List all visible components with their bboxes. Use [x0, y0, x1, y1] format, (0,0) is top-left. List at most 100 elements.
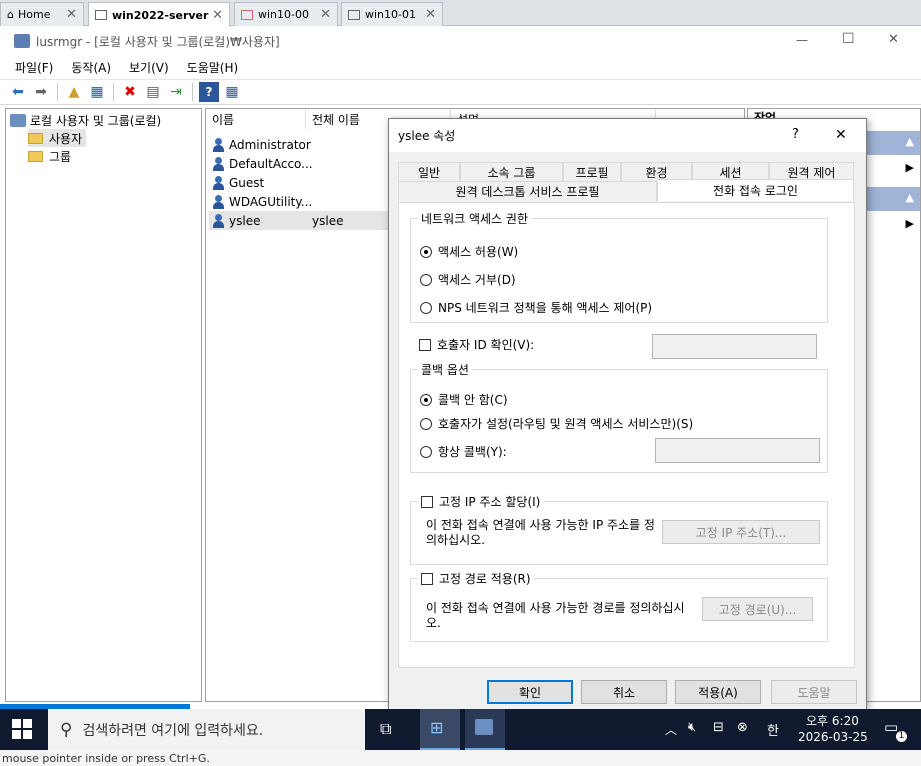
taskbar-search-box[interactable]: ⚲ 검색하려면 여기에 입력하세요.	[48, 709, 365, 750]
network-icon[interactable]: ⊟	[713, 720, 724, 735]
static-routes-checkbox[interactable]: 고정 경로 적용(R)	[418, 570, 534, 587]
radio-allow-access[interactable]: 액세스 허용(W)	[420, 243, 518, 260]
ime-indicator[interactable]: 한	[767, 720, 779, 739]
up-folder-icon[interactable]: ▲	[64, 82, 84, 102]
error-icon[interactable]: ⊗	[737, 720, 748, 735]
radio-label: 항상 콜백(Y):	[438, 445, 507, 459]
action-pane-icon[interactable]: ▦	[222, 82, 242, 102]
help-icon[interactable]: ?	[199, 82, 219, 102]
tab-label: 프로필	[575, 166, 609, 180]
close-icon[interactable]: ✕	[425, 7, 436, 22]
radio-label: 액세스 허용(W)	[438, 245, 519, 259]
cancel-button[interactable]: 취소	[581, 680, 667, 704]
clock-time[interactable]: 오후 6:20	[806, 712, 859, 729]
radio-dot	[420, 245, 432, 258]
callback-options-group: 콜백 옵션 콜백 안 함(C) 호출자가 설정(라우팅 및 원격 액세스 서비스…	[410, 361, 828, 473]
collapse-icon[interactable]: ▲	[906, 135, 914, 148]
close-button[interactable]: ✕	[888, 32, 899, 47]
host-tab-home[interactable]: ⌂ Home ✕	[0, 2, 84, 26]
volume-muted-icon[interactable]: 🔇︎	[688, 720, 696, 735]
radio-always-callback[interactable]: 항상 콜백(Y):	[420, 443, 507, 460]
toolbar-separator	[192, 83, 193, 101]
folder-icon	[28, 150, 43, 162]
radio-dot	[420, 301, 432, 314]
caller-id-field[interactable]	[652, 334, 817, 359]
static-ip-description: 이 전화 접속 연결에 사용 가능한 IP 주소를 정의하십시오.	[426, 518, 655, 547]
callback-number-field[interactable]	[655, 438, 820, 463]
dialog-help-button[interactable]: ?	[792, 127, 799, 142]
table-row[interactable]: WDAGUtility...	[211, 192, 312, 211]
radio-label: 호출자가 설정(라우팅 및 원격 액세스 서비스만)(S)	[438, 417, 694, 431]
tab-general[interactable]: 일반	[398, 162, 460, 182]
tab-profile[interactable]: 프로필	[563, 162, 621, 182]
tab-rds-profile[interactable]: 원격 데스크톱 서비스 프로필	[398, 181, 657, 201]
back-icon[interactable]: ⬅	[8, 82, 28, 102]
user-name: DefaultAcco...	[229, 156, 313, 171]
tree-item-users[interactable]: 사용자	[28, 129, 87, 147]
ok-button[interactable]: 확인	[487, 680, 573, 704]
taskbar-app-lusrmgr[interactable]	[465, 709, 505, 750]
radio-deny-access[interactable]: 액세스 거부(D)	[420, 271, 516, 288]
radio-no-callback[interactable]: 콜백 안 함(C)	[420, 391, 508, 408]
forward-icon[interactable]: ➡	[31, 82, 51, 102]
checkbox-label: 고정 경로 적용(R)	[439, 572, 531, 586]
chevron-right-icon: ▶	[905, 161, 914, 174]
tree-root[interactable]: 로컬 사용자 및 그룹(로컬)	[10, 111, 161, 129]
maximize-button[interactable]: ☐	[842, 31, 855, 47]
help-button[interactable]: 도움말	[771, 680, 857, 704]
user-icon	[211, 175, 227, 190]
menu-file[interactable]: 파일(F)	[6, 59, 62, 76]
radio-nps-control[interactable]: NPS 네트워크 정책을 통해 액세스 제어(P)	[420, 299, 652, 316]
verify-caller-id-checkbox[interactable]: 호출자 ID 확인(V):	[419, 336, 534, 353]
home-icon: ⌂	[7, 8, 14, 21]
network-access-label: 네트워크 액세스 권한	[418, 210, 531, 227]
dialog-close-button[interactable]: ✕	[835, 127, 847, 143]
collapse-icon[interactable]: ▲	[906, 191, 914, 204]
taskbar-app-network[interactable]: ⊞	[420, 709, 460, 750]
tab-dial-in[interactable]: 전화 접속 로그인	[657, 179, 854, 201]
user-name: yslee	[229, 213, 261, 228]
network-app-icon: ⊞	[430, 718, 444, 737]
tab-member-of[interactable]: 소속 그룹	[460, 162, 563, 182]
properties-icon[interactable]: ▤	[143, 82, 163, 102]
menu-view[interactable]: 보기(V)	[120, 59, 178, 76]
static-ip-checkbox[interactable]: 고정 IP 주소 할당(I)	[418, 493, 544, 510]
static-ip-button[interactable]: 고정 IP 주소(T)...	[662, 520, 820, 544]
dialog-title: yslee 속성	[398, 129, 456, 143]
tree-item-groups[interactable]: 그룹	[28, 147, 71, 165]
menu-help[interactable]: 도움말(H)	[178, 59, 248, 76]
task-view-icon[interactable]: ⧉	[380, 719, 391, 739]
static-routes-button[interactable]: 고정 경로(U)...	[702, 597, 813, 621]
table-row[interactable]: DefaultAcco...	[211, 154, 313, 173]
table-row[interactable]: Administrator	[211, 135, 311, 154]
radio-set-by-caller[interactable]: 호출자가 설정(라우팅 및 원격 액세스 서비스만)(S)	[420, 415, 693, 432]
user-icon	[211, 194, 227, 209]
title-bar: lusrmgr - [로컬 사용자 및 그룹(로컬)₩사용자] — ☐ ✕	[0, 26, 921, 56]
clock-date[interactable]: 2026-03-25	[798, 730, 868, 744]
dial-in-tab-panel: 네트워크 액세스 권한 액세스 허용(W) 액세스 거부(D) NPS 네트워크…	[398, 202, 855, 668]
close-icon[interactable]: ✕	[320, 7, 331, 22]
menu-action[interactable]: 동작(A)	[62, 59, 120, 76]
host-tab-win2022[interactable]: win2022-server ✕	[88, 2, 230, 27]
tab-label: 소속 그룹	[487, 166, 536, 180]
show-hide-tree-icon[interactable]: ▦	[87, 82, 107, 102]
minimize-button[interactable]: —	[796, 33, 808, 47]
close-icon[interactable]: ✕	[212, 8, 223, 23]
user-full-name: yslee	[312, 213, 344, 228]
windows-start-icon[interactable]	[12, 719, 32, 739]
close-icon[interactable]: ✕	[66, 7, 77, 22]
tray-overflow-icon[interactable]: ︿	[665, 721, 677, 738]
vm-console-hint: mouse pointer inside or press Ctrl+G.	[0, 750, 921, 766]
delete-icon[interactable]: ✖	[120, 82, 140, 102]
radio-dot	[420, 393, 432, 406]
apply-button[interactable]: 적용(A)	[675, 680, 761, 704]
vm-icon	[241, 9, 253, 20]
table-row-selected[interactable]: yslee yslee	[209, 211, 389, 230]
table-row[interactable]: Guest	[211, 173, 264, 192]
export-list-icon[interactable]: ⇥	[166, 82, 186, 102]
app-icon	[14, 34, 30, 48]
column-header-name[interactable]: 이름	[206, 109, 306, 129]
notification-badge: 1	[896, 731, 907, 742]
host-tab-win10-00[interactable]: win10-00 ✕	[234, 2, 338, 26]
host-tab-win10-01[interactable]: win10-01 ✕	[341, 2, 443, 26]
